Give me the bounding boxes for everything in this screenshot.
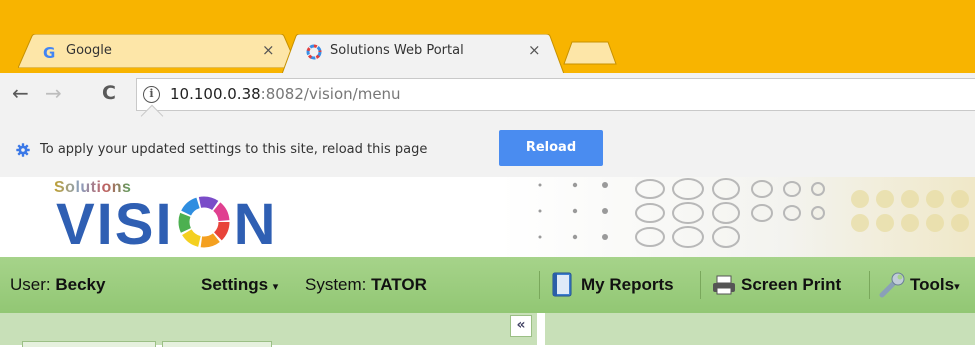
new-tab-button[interactable] — [562, 40, 618, 66]
system-name: TATOR — [371, 275, 427, 294]
tab-solutions-web-portal[interactable]: Solutions Web Portal × — [282, 34, 564, 74]
left-panel — [0, 313, 537, 347]
system-label: System: — [305, 275, 367, 294]
tab-title: Solutions Web Portal — [330, 43, 464, 58]
tab-title: Google — [66, 43, 112, 58]
reload-button[interactable]: Reload — [499, 130, 603, 166]
infobar-message: To apply your updated settings to this s… — [40, 142, 428, 157]
app-menu-bar: User: Becky Settings ▾ System: TATOR My … — [0, 257, 975, 313]
app-banner: Solutions VISI N — [0, 177, 975, 257]
my-reports-label: My Reports — [581, 275, 674, 294]
tab-close-icon[interactable]: × — [528, 41, 541, 59]
forward-button[interactable]: → — [45, 83, 62, 103]
reload-page-button[interactable]: C — [102, 83, 116, 103]
logo-right-text: N — [233, 192, 278, 257]
tools-label: Tools — [910, 275, 955, 294]
tab-close-icon[interactable]: × — [262, 41, 275, 59]
tab-google[interactable]: G Google × — [18, 34, 298, 68]
user-name: Becky — [55, 275, 106, 294]
url-host: 10.100.0.38 — [170, 85, 261, 103]
settings-menu[interactable]: Settings ▾ — [201, 275, 278, 295]
printer-icon — [713, 275, 735, 295]
right-panel — [545, 313, 975, 345]
collapse-panel-button[interactable]: « — [510, 315, 532, 337]
vision-logo-icon — [306, 44, 322, 60]
wrench-icon — [879, 272, 905, 298]
people-ring-icon — [178, 196, 230, 248]
address-bar[interactable]: i 10.100.0.38:8082/vision/menu — [136, 78, 975, 111]
menu-separator — [869, 271, 870, 299]
gear-icon — [16, 143, 30, 157]
tab-shape — [18, 34, 298, 68]
logo-left-text: VISI — [56, 192, 174, 257]
user-info: User: Becky — [10, 275, 105, 295]
banner-dot-pattern — [500, 177, 975, 257]
screen-print-button[interactable]: Screen Print — [741, 275, 841, 295]
chevron-down-icon: ▾ — [272, 281, 279, 293]
menu-separator — [700, 271, 701, 299]
settings-infobar: To apply your updated settings to this s… — [0, 104, 975, 177]
left-panel-tab[interactable] — [162, 341, 272, 347]
svg-text:G: G — [43, 44, 55, 60]
browser-tab-strip: G Google × Solutions Web Portal × — [0, 0, 975, 74]
url-path: :8082/vision/menu — [260, 85, 401, 103]
left-panel-tab[interactable] — [22, 341, 156, 347]
chevron-down-icon: ▾ — [954, 281, 960, 293]
tools-menu[interactable]: Tools▾ — [910, 275, 960, 295]
url-text: 10.100.0.38:8082/vision/menu — [170, 85, 401, 103]
screen-print-label: Screen Print — [741, 275, 842, 294]
my-reports-button[interactable]: My Reports — [581, 275, 674, 295]
settings-label: Settings — [201, 275, 269, 294]
user-label: User: — [10, 275, 51, 294]
vision-logo: VISI N — [56, 191, 278, 257]
site-info-icon[interactable]: i — [143, 86, 160, 103]
pane-divider[interactable] — [537, 313, 545, 345]
reports-book-icon — [552, 272, 572, 297]
system-info: System: TATOR — [305, 275, 427, 295]
menu-separator — [539, 271, 540, 299]
back-button[interactable]: ← — [12, 83, 29, 103]
google-g-icon: G — [43, 44, 55, 60]
